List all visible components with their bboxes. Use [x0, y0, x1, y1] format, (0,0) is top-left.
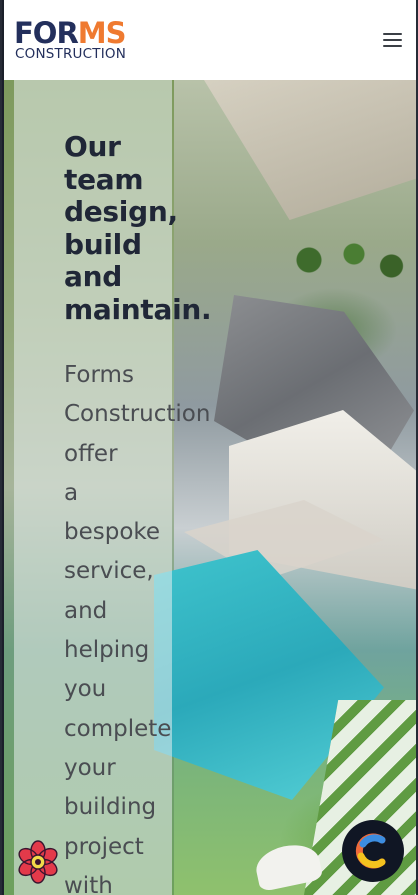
flower-badge-svg: [18, 840, 58, 884]
description-line: you: [64, 676, 107, 703]
description-line: project: [64, 833, 144, 860]
hero-image-upper-house: [204, 80, 416, 220]
logo-for: FOR: [14, 16, 79, 50]
forms-construction-logo[interactable]: FORMS CONSTRUCTION: [14, 18, 134, 64]
headline-line: build: [64, 227, 142, 261]
headline-line: Our: [64, 130, 121, 163]
logo-ms: MS: [77, 16, 127, 50]
description-line: Forms: [64, 362, 134, 388]
description-line: complete: [64, 715, 172, 742]
description-line: with: [64, 872, 113, 895]
chat-c-logo-svg: [355, 833, 386, 869]
description-line: your: [64, 754, 116, 781]
description-line: service,: [64, 558, 154, 585]
menu-bar-line: [382, 45, 402, 47]
chat-c-logo-icon[interactable]: [342, 820, 404, 882]
logo-tagline: CONSTRUCTION: [15, 46, 127, 62]
site-header: FORMS CONSTRUCTION: [4, 0, 416, 80]
description-line: and: [64, 597, 108, 624]
description-line: building: [64, 794, 157, 821]
page-frame: FORMS CONSTRUCTION Our team design, buil…: [0, 0, 418, 895]
menu-bar-line: [382, 33, 402, 35]
description-line: bespoke: [64, 519, 161, 546]
headline-line: and: [64, 260, 122, 293]
menu-bar-line: [382, 39, 402, 41]
logo-wordmark: FORMS: [14, 16, 127, 50]
description-line: Construction: [64, 401, 211, 428]
description-line: helping: [64, 637, 150, 664]
headline-line: team: [64, 162, 144, 196]
hero-description: Forms Construction offer a bespoke servi…: [64, 356, 264, 895]
hamburger-menu-icon[interactable]: [378, 27, 406, 53]
description-line: offer: [64, 440, 118, 467]
headline-line: maintain.: [64, 292, 212, 326]
hero-headline: Our team design, build and maintain.: [64, 130, 234, 326]
headline-line: design,: [64, 195, 178, 228]
hero-image-hedges: [264, 230, 414, 290]
description-line: a: [64, 479, 79, 506]
flower-badge-icon[interactable]: [16, 840, 60, 884]
